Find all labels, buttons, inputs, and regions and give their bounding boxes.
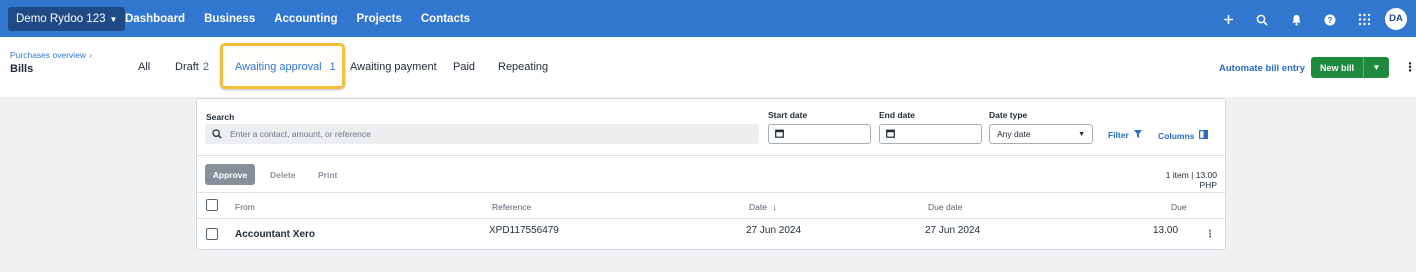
main-nav: Dashboard Business Accounting Projects C… xyxy=(125,0,470,37)
tab-label: Repeating xyxy=(498,61,549,73)
start-date-label: Start date xyxy=(768,110,808,120)
tab-label: Awaiting payment xyxy=(350,61,437,73)
nav-contacts[interactable]: Contacts xyxy=(421,13,470,25)
bell-icon[interactable] xyxy=(1279,11,1313,26)
nav-accounting[interactable]: Accounting xyxy=(274,13,337,25)
page-title: Bills xyxy=(10,63,34,75)
tab-count: 1 xyxy=(329,61,336,73)
top-nav-bar: Demo Rydoo 123 ▼ Dashboard Business Acco… xyxy=(0,0,1416,37)
row-due: 13.00 xyxy=(1153,225,1179,236)
new-bill-button[interactable]: New bill xyxy=(1311,57,1364,78)
column-header-date[interactable]: Date ↓ xyxy=(749,202,777,212)
divider xyxy=(197,218,1225,219)
tab-awaiting-approval[interactable]: Awaiting approval 1 xyxy=(235,61,336,73)
tab-label: All xyxy=(138,61,151,73)
columns-button[interactable]: Columns xyxy=(1158,130,1209,141)
help-icon[interactable]: ? xyxy=(1313,11,1347,26)
filter-label: Filter xyxy=(1108,130,1129,140)
end-date-field[interactable] xyxy=(879,124,982,144)
calendar-icon[interactable] xyxy=(886,125,895,143)
automate-bill-entry-link[interactable]: Automate bill entry xyxy=(1219,63,1305,74)
delete-button[interactable]: Delete xyxy=(270,170,296,180)
row-due-date: 27 Jun 2024 xyxy=(925,225,981,236)
tab-awaiting-payment[interactable]: Awaiting payment xyxy=(350,61,437,73)
organisation-switcher[interactable]: Demo Rydoo 123 ▼ xyxy=(8,7,126,31)
date-type-label: Date type xyxy=(989,110,1028,120)
search-label: Search xyxy=(206,112,235,122)
tab-paid[interactable]: Paid xyxy=(453,61,475,73)
breadcrumb-link[interactable]: Purchases overview xyxy=(10,50,86,60)
columns-label: Columns xyxy=(1158,130,1195,141)
column-header-label: Date xyxy=(749,202,767,212)
print-button[interactable]: Print xyxy=(318,170,337,180)
bills-panel: Search Start date End date Date type Any… xyxy=(196,98,1226,250)
page-header: Purchases overview › Bills All Draft 2 Awa… xyxy=(0,37,1416,97)
start-date-field[interactable] xyxy=(768,124,871,144)
tab-all[interactable]: All xyxy=(138,61,150,73)
tab-label: Draft xyxy=(175,61,199,73)
select-all-checkbox[interactable] xyxy=(206,199,218,211)
search-input[interactable] xyxy=(230,129,730,139)
divider xyxy=(197,155,1225,156)
divider xyxy=(197,192,1225,193)
search-box[interactable] xyxy=(205,124,759,144)
tab-label: Awaiting approval xyxy=(235,61,322,73)
more-options-icon[interactable]: ⋮ xyxy=(1404,60,1416,74)
filter-button[interactable]: Filter xyxy=(1108,130,1142,140)
new-bill-split-button: New bill ▼ xyxy=(1311,57,1390,78)
chevron-down-icon: ▼ xyxy=(109,14,118,24)
breadcrumb[interactable]: Purchases overview › xyxy=(10,50,92,60)
tab-draft[interactable]: Draft 2 xyxy=(175,61,209,73)
date-type-value: Any date xyxy=(997,129,1031,139)
nav-icons: ? DA xyxy=(1211,0,1416,37)
selection-summary: 1 item | 13.00 PHP xyxy=(1165,170,1217,190)
new-bill-dropdown-button[interactable]: ▼ xyxy=(1363,57,1390,78)
column-header-from[interactable]: From xyxy=(235,202,255,212)
calendar-icon[interactable] xyxy=(775,125,784,143)
chevron-right-icon: › xyxy=(89,50,92,60)
end-date-label: End date xyxy=(879,110,915,120)
nav-dashboard[interactable]: Dashboard xyxy=(125,13,185,25)
sort-arrow-icon: ↓ xyxy=(772,202,777,212)
row-date: 27 Jun 2024 xyxy=(746,225,802,236)
row-options-icon[interactable]: ⋮ xyxy=(1205,229,1215,240)
tab-label: Paid xyxy=(453,61,476,73)
nav-business[interactable]: Business xyxy=(204,13,255,25)
date-type-select[interactable]: Any date ▼ xyxy=(989,124,1093,144)
tab-repeating[interactable]: Repeating xyxy=(498,61,548,73)
search-icon xyxy=(212,129,222,139)
organisation-name: Demo Rydoo 123 xyxy=(16,13,106,25)
row-from[interactable]: Accountant Xero xyxy=(235,229,315,240)
row-reference: XPD117556479 xyxy=(489,225,559,236)
funnel-icon xyxy=(1133,130,1142,140)
apps-grid-icon[interactable] xyxy=(1347,11,1381,26)
nav-projects[interactable]: Projects xyxy=(356,13,401,25)
svg-text:?: ? xyxy=(1328,16,1333,25)
columns-icon xyxy=(1199,130,1209,141)
chevron-down-icon: ▼ xyxy=(1078,130,1085,138)
row-checkbox[interactable] xyxy=(206,228,218,240)
chevron-down-icon: ▼ xyxy=(1372,63,1381,72)
approve-button[interactable]: Approve xyxy=(205,164,255,185)
plus-icon[interactable] xyxy=(1211,11,1245,26)
column-header-reference[interactable]: Reference xyxy=(492,202,531,212)
user-avatar[interactable]: DA xyxy=(1385,7,1407,30)
tab-count: 2 xyxy=(202,61,209,73)
column-header-due[interactable]: Due xyxy=(1171,202,1187,212)
search-icon[interactable] xyxy=(1245,11,1279,26)
column-header-due-date[interactable]: Due date xyxy=(928,202,963,212)
